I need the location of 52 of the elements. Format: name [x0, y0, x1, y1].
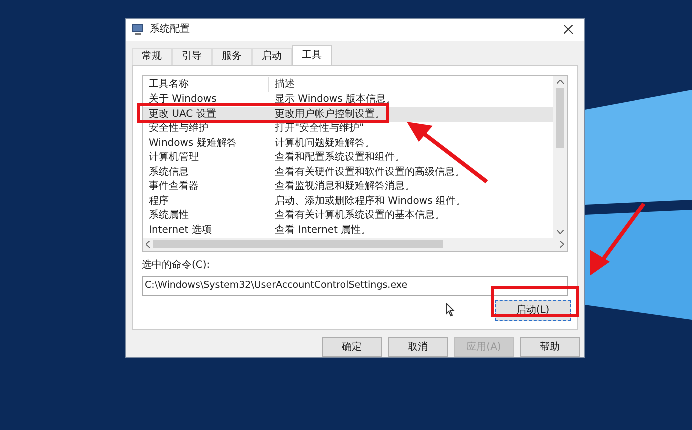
table-cell-text: Internet 选项: [148, 224, 213, 237]
table-cell-text: 安全性与维护: [148, 123, 210, 136]
table-row[interactable]: 事件查看器 查看监视消息和疑难解答消息。: [143, 180, 553, 194]
dialog-button[interactable]: 确定: [322, 337, 382, 357]
table-cell-text: 启动、添加或删除程序和 Windows 组件。: [274, 196, 466, 208]
table-cell-text: 系统信息: [148, 166, 190, 179]
close-icon: [564, 25, 572, 34]
table-cell-text: 查看有关计算机系统设置的基本信息。: [274, 210, 445, 222]
column-header[interactable]: 描述: [269, 76, 295, 92]
mouse-cursor-icon: [446, 303, 455, 318]
table-cell-text: 计算机问题疑难解答。: [274, 138, 375, 150]
tab[interactable]: 工具: [292, 44, 332, 65]
computer-icon: [132, 24, 144, 36]
table-row[interactable]: 程序 启动、添加或删除程序和 Windows 组件。: [143, 194, 553, 209]
table-cell-text: 更改用户帐户控制设置。: [274, 108, 385, 121]
table-cell-text: 计算机管理: [148, 152, 200, 164]
chevron-up-icon: [556, 80, 564, 84]
chevron-right-icon: [560, 240, 564, 248]
column-header[interactable]: 工具名称: [143, 76, 269, 92]
table-cell-text: 更改 UAC 设置: [148, 108, 218, 121]
table-row[interactable]: 计算机管理 查看和配置系统设置和组件。: [143, 150, 553, 166]
tab[interactable]: 常规: [132, 48, 172, 65]
chevron-down-icon: [556, 230, 564, 234]
chevron-left-icon: [146, 240, 150, 248]
horizontal-scrollbar[interactable]: [143, 238, 567, 251]
vertical-scrollbar[interactable]: [553, 76, 567, 238]
window-title: 系统配置: [150, 22, 190, 38]
table-cell-text: 关于 Windows: [148, 94, 218, 106]
tab[interactable]: 启动: [252, 48, 292, 65]
tab[interactable]: 服务: [212, 48, 252, 65]
table-row[interactable]: 系统信息 查看有关硬件设置和软件设置的高级信息。: [143, 165, 553, 180]
table-cell-text: 打开"安全性与维护": [274, 123, 364, 136]
table-cell-text: Windows 疑难解答: [148, 138, 238, 150]
command-field[interactable]: C:\Windows\System32\UserAccountControlSettings.exe: [142, 276, 568, 296]
table-cell-text: 查看和配置系统设置和组件。: [274, 152, 405, 164]
tab[interactable]: 引导: [172, 48, 212, 65]
scroll-thumb[interactable]: [556, 88, 564, 148]
table-row[interactable]: 系统属性 查看有关计算机系统设置的基本信息。: [143, 208, 553, 224]
table-row[interactable]: 更改 UAC 设置 更改用户帐户控制设置。: [143, 107, 553, 122]
table-cell-text: 系统属性: [148, 210, 190, 222]
table-row[interactable]: Internet 选项 查看 Internet 属性。: [143, 223, 553, 238]
command-label: 选中的命令(C):: [142, 258, 212, 273]
table-cell-text: 查看有关硬件设置和软件设置的高级信息。: [274, 166, 465, 179]
dialog-button[interactable]: 取消: [388, 337, 448, 357]
table-row[interactable]: Windows 疑难解答 计算机问题疑难解答。: [143, 136, 553, 151]
table-row[interactable]: 安全性与维护 打开"安全性与维护": [143, 122, 553, 136]
table-cell-text: 查看 Internet 属性。: [274, 224, 372, 237]
table-cell-text: 查看监视消息和疑难解答消息。: [274, 181, 415, 194]
scroll-thumb[interactable]: [153, 240, 443, 248]
dialog-button[interactable]: 帮助: [520, 337, 580, 357]
table-cell-text: 程序: [148, 196, 170, 208]
table-cell-text: 事件查看器: [148, 181, 200, 194]
